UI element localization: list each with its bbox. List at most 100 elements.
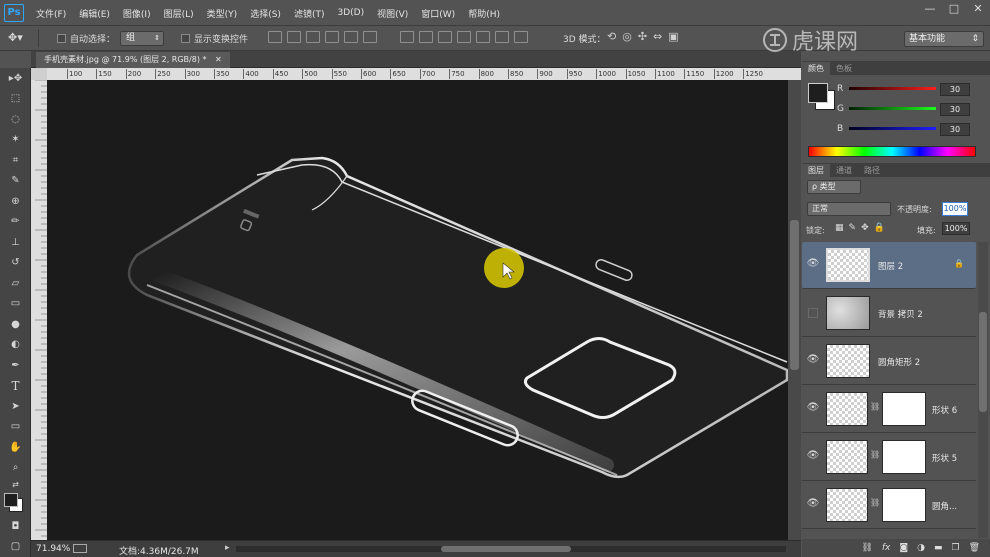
vertical-scrollbar[interactable] [788, 80, 801, 540]
quick-mask-icon[interactable]: ◘ [0, 516, 31, 537]
horizontal-ruler[interactable]: 100 150 200 250 300 350 400 450 500 550 600 650 700 7… [47, 68, 801, 80]
distribute-right-icon[interactable] [495, 31, 509, 43]
align-bottom-icon[interactable] [306, 31, 320, 43]
auto-select-dropdown[interactable]: 组 ⇕ [120, 31, 164, 46]
layer-row-bg-copy2[interactable]: 背景 拷贝 2 [802, 290, 976, 337]
menu-layer[interactable]: 图层(L) [164, 7, 194, 20]
new-layer-icon[interactable]: ❐ [951, 543, 959, 553]
distribute-hcenter-icon[interactable] [476, 31, 490, 43]
add-mask-icon[interactable]: ◙ [899, 543, 908, 553]
menu-select[interactable]: 选择(S) [250, 7, 281, 20]
tab-swatches[interactable]: 色板 [830, 62, 858, 75]
auto-select-checkbox[interactable] [57, 34, 66, 43]
pan-3d-icon[interactable]: ✣ [638, 30, 647, 43]
align-hcenter-icon[interactable] [344, 31, 358, 43]
workspace-dropdown[interactable]: 基本功能 ⇕ [904, 31, 984, 47]
zoom-tool-icon[interactable]: ⌕ [0, 458, 31, 479]
tab-layers[interactable]: 图层 [802, 164, 830, 177]
layer-filter-dropdown[interactable]: ρ 类型 [807, 180, 861, 194]
fx-icon[interactable]: fx [882, 543, 891, 553]
menu-type[interactable]: 类型(Y) [207, 7, 238, 20]
minimize-button[interactable]: — [918, 0, 942, 18]
roll-3d-icon[interactable]: ◎ [622, 30, 632, 43]
path-selection-tool-icon[interactable]: ➤ [0, 396, 31, 417]
menu-filter[interactable]: 滤镜(T) [294, 7, 325, 20]
distribute-top-icon[interactable] [400, 31, 414, 43]
layer-row-shape5[interactable]: 👁 ⛓ 形状 5 [802, 434, 976, 481]
menu-file[interactable]: 文件(F) [36, 7, 66, 20]
eraser-tool-icon[interactable]: ▱ [0, 273, 31, 294]
eyedropper-tool-icon[interactable]: ✎ [0, 171, 31, 192]
move-tool-icon[interactable]: ▸✥ [0, 68, 31, 89]
menu-help[interactable]: 帮助(H) [468, 7, 500, 20]
healing-brush-tool-icon[interactable]: ⊕ [0, 191, 31, 212]
slide-3d-icon[interactable]: ⇔ [653, 30, 662, 43]
layer-row-rounded-rect2[interactable]: 👁 圆角矩形 2 [802, 338, 976, 385]
distribute-bottom-icon[interactable] [438, 31, 452, 43]
hand-tool-icon[interactable]: ✋ [0, 437, 31, 458]
g-slider[interactable] [849, 107, 936, 110]
gradient-tool-icon[interactable]: ▭ [0, 294, 31, 315]
layers-scroll-thumb[interactable] [979, 312, 987, 412]
visibility-eye-icon[interactable]: 👁 [806, 258, 820, 272]
lock-all-icon[interactable]: 🔒 [874, 223, 885, 233]
menu-edit[interactable]: 编辑(E) [79, 7, 110, 20]
menu-image[interactable]: 图像(I) [123, 7, 151, 20]
distribute-vcenter-icon[interactable] [419, 31, 433, 43]
horizontal-scrollbar[interactable] [236, 546, 786, 552]
visibility-eye-icon[interactable]: 👁 [806, 498, 820, 512]
pen-tool-icon[interactable]: ✒ [0, 355, 31, 376]
shape-tool-icon[interactable]: ▭ [0, 417, 31, 438]
r-value[interactable]: 30 [940, 83, 970, 96]
b-value[interactable]: 30 [940, 123, 970, 136]
layers-scrollbar[interactable] [978, 242, 988, 538]
orbit-3d-icon[interactable]: ⟲ [607, 30, 616, 43]
align-left-icon[interactable] [325, 31, 339, 43]
align-vcenter-icon[interactable] [287, 31, 301, 43]
zoom-level[interactable]: 71.94% [36, 544, 70, 554]
foreground-color-swatch[interactable] [4, 493, 18, 507]
b-slider[interactable] [849, 127, 936, 130]
layer-row-shape6[interactable]: 👁 ⛓ 形状 6 [802, 386, 976, 433]
blur-tool-icon[interactable]: ● [0, 314, 31, 335]
color-spectrum-ramp[interactable] [808, 146, 976, 157]
lock-transparency-icon[interactable]: ▦ [835, 223, 844, 233]
menu-view[interactable]: 视图(V) [377, 7, 408, 20]
tab-channels[interactable]: 通道 [830, 164, 858, 177]
visibility-eye-icon[interactable]: 👁 [806, 354, 820, 368]
vertical-ruler[interactable] [31, 79, 47, 540]
scale-3d-icon[interactable]: ▣ [668, 30, 678, 43]
screen-mode-icon[interactable]: ▢ [0, 537, 31, 557]
swap-colors-icon[interactable]: ⇄ [0, 478, 31, 490]
close-tab-icon[interactable]: ✕ [215, 55, 222, 64]
maximize-button[interactable]: □ [942, 0, 966, 18]
fill-input[interactable]: 100% [942, 222, 970, 235]
clone-stamp-tool-icon[interactable]: ⊥ [0, 232, 31, 253]
status-menu-arrow-icon[interactable]: ▸ [225, 543, 230, 553]
visibility-off-box[interactable] [808, 308, 818, 318]
opacity-input[interactable]: 100% [942, 202, 968, 216]
type-tool-icon[interactable]: T [0, 376, 31, 397]
align-top-icon[interactable] [268, 31, 282, 43]
tab-color[interactable]: 颜色 [802, 62, 830, 75]
panel-foreground-swatch[interactable] [808, 83, 828, 103]
blend-mode-dropdown[interactable]: 正常 [807, 202, 891, 216]
ruler-origin[interactable] [31, 68, 47, 80]
visibility-eye-icon[interactable]: 👁 [806, 402, 820, 416]
vertical-scroll-thumb[interactable] [790, 220, 799, 370]
align-right-icon[interactable] [363, 31, 377, 43]
magic-wand-tool-icon[interactable]: ✶ [0, 130, 31, 151]
move-tool-preset-icon[interactable]: ✥▾ [8, 31, 23, 44]
auto-align-icon[interactable] [514, 31, 528, 43]
lock-pixels-icon[interactable]: ✎ [849, 223, 857, 233]
document-tab[interactable]: 手机壳素材.jpg @ 71.9% (图层 2, RGB/8) * ✕ [36, 52, 230, 68]
adjustment-layer-icon[interactable]: ◑ [917, 543, 925, 553]
horizontal-scroll-thumb[interactable] [441, 546, 571, 552]
dodge-tool-icon[interactable]: ◐ [0, 335, 31, 356]
show-transform-checkbox[interactable] [181, 34, 190, 43]
menu-window[interactable]: 窗口(W) [421, 7, 455, 20]
marquee-tool-icon[interactable]: ⬚ [0, 89, 31, 110]
lock-position-icon[interactable]: ✥ [861, 223, 869, 233]
close-button[interactable]: ✕ [966, 0, 990, 18]
history-brush-tool-icon[interactable]: ↺ [0, 253, 31, 274]
